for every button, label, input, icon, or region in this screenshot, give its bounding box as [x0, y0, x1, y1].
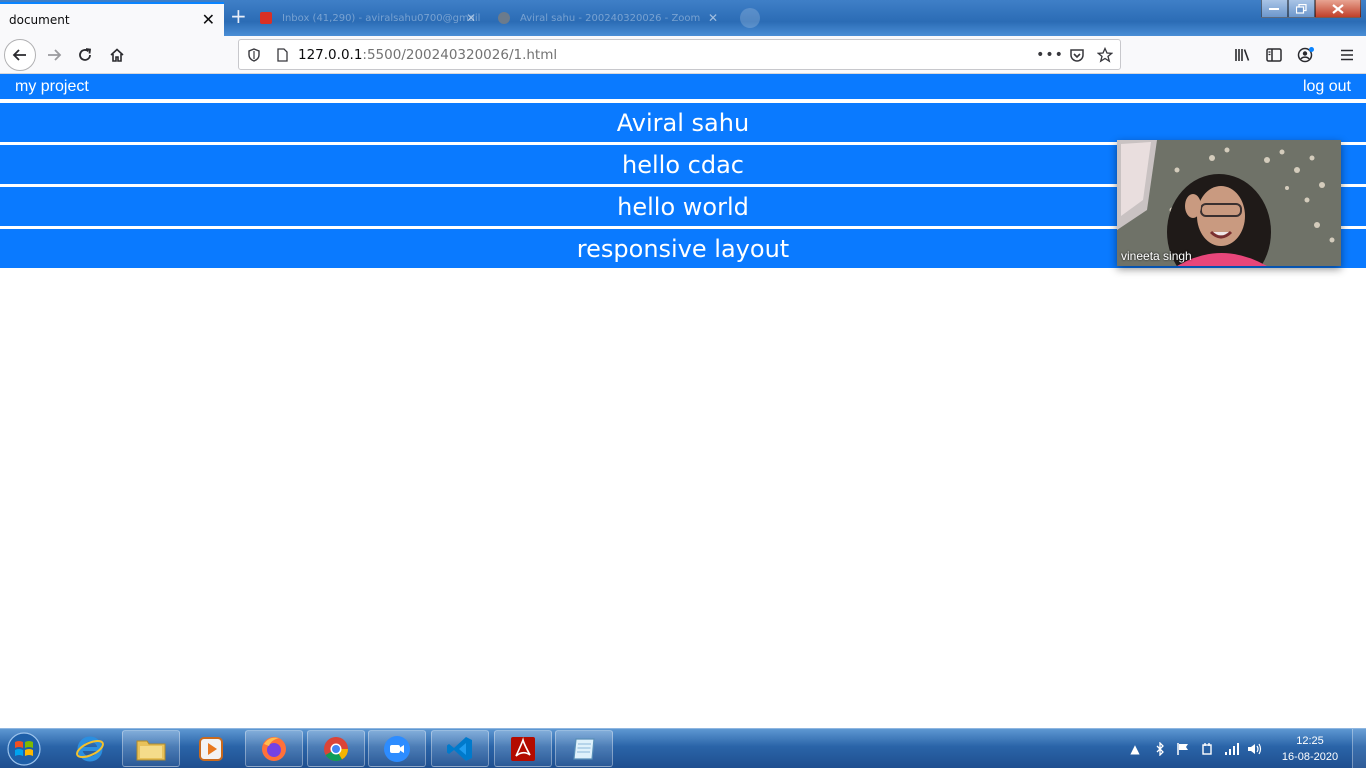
taskbar-media-player[interactable] [182, 730, 240, 767]
show-desktop-button[interactable] [1352, 729, 1366, 769]
window-controls [1261, 0, 1361, 18]
taskbar-notepad[interactable] [555, 730, 613, 767]
taskbar-vscode[interactable] [431, 730, 489, 767]
internet-explorer-icon [76, 736, 104, 761]
account-button[interactable] [1291, 40, 1321, 70]
top-nav: my project log out [0, 74, 1366, 99]
taskbar-acrobat-reader[interactable] [494, 730, 552, 767]
navigation-toolbar: 127.0.0.1:5500/200240320026/1.html ••• [0, 36, 1366, 74]
network-signal-icon[interactable] [1224, 741, 1240, 757]
tab-zoom[interactable]: Aviral sahu - 200240320026 - Zoom ✕ [498, 6, 724, 30]
taskbar-zoom[interactable] [368, 730, 426, 767]
forward-button[interactable] [39, 40, 69, 70]
video-call-thumbnail[interactable]: vineeta singh [1117, 140, 1341, 266]
clock-date: 16-08-2020 [1281, 751, 1339, 763]
taskbar: ▲ 12:25 16-08-2020 [0, 728, 1366, 769]
url-host: 127.0.0.1 [298, 46, 363, 63]
minimize-button[interactable] [1261, 0, 1288, 18]
participant-name: vineeta singh [1121, 249, 1192, 263]
media-player-icon [199, 736, 223, 761]
tab-close-icon[interactable]: ✕ [708, 11, 718, 25]
forward-arrow-icon [48, 49, 62, 61]
action-center-flag-icon[interactable] [1175, 741, 1191, 757]
close-icon [1332, 3, 1344, 14]
sidebar-icon [1266, 48, 1282, 62]
library-button[interactable] [1228, 40, 1258, 70]
notepad-icon [573, 737, 595, 760]
bookmark-star-icon[interactable] [1096, 46, 1114, 64]
tab-gmail[interactable]: Inbox (41,290) - aviralsahu0700@gmail.co… [260, 6, 480, 30]
firefox-icon [262, 736, 286, 761]
url-path: :5500/200240320026/1.html [362, 46, 558, 63]
taskbar-chrome[interactable] [307, 730, 365, 767]
home-button[interactable] [102, 40, 132, 70]
address-bar[interactable]: 127.0.0.1:5500/200240320026/1.html ••• [238, 39, 1121, 70]
vscode-icon [447, 736, 472, 761]
hamburger-menu-icon [1341, 49, 1353, 61]
chrome-icon [324, 736, 348, 761]
tab-overflow-icon[interactable] [740, 8, 760, 28]
back-button[interactable] [4, 39, 36, 71]
tab-document[interactable]: document ✕ [0, 2, 224, 36]
content-bar: Aviral sahu [0, 103, 1366, 142]
close-window-button[interactable] [1315, 0, 1361, 18]
home-icon [110, 48, 124, 62]
reload-icon [79, 48, 92, 61]
system-clock[interactable]: 12:25 16-08-2020 [1278, 733, 1342, 765]
new-tab-button[interactable]: + [230, 6, 247, 26]
maximize-button[interactable] [1288, 0, 1315, 18]
bluetooth-icon[interactable] [1152, 741, 1168, 757]
github-icon [498, 12, 510, 24]
clock-time: 12:25 [1296, 735, 1324, 747]
tray-expand-icon[interactable]: ▲ [1127, 741, 1143, 757]
minimize-icon [1269, 7, 1279, 10]
account-icon [1297, 47, 1314, 63]
shield-icon[interactable] [245, 46, 263, 64]
pocket-icon[interactable] [1068, 46, 1086, 64]
taskbar-internet-explorer[interactable] [61, 730, 119, 767]
acrobat-reader-icon [511, 736, 535, 761]
url-text: 127.0.0.1:5500/200240320026/1.html [298, 47, 557, 63]
volume-icon[interactable] [1247, 741, 1263, 757]
library-icon [1235, 49, 1250, 61]
page-actions-icon[interactable]: ••• [1036, 46, 1063, 64]
taskbar-firefox[interactable] [245, 730, 303, 767]
tab-title: Inbox (41,290) - aviralsahu0700@gmail.co… [282, 12, 480, 24]
power-icon[interactable] [1199, 741, 1215, 757]
gmail-icon [260, 12, 272, 24]
brand-link[interactable]: my project [15, 78, 89, 96]
logout-link[interactable]: log out [1303, 78, 1351, 96]
restore-icon [1296, 3, 1307, 14]
participant-video [1117, 140, 1341, 266]
reload-button[interactable] [70, 40, 100, 70]
tab-strip: document ✕ + Inbox (41,290) - aviralsahu… [0, 0, 1366, 36]
taskbar-file-explorer[interactable] [122, 730, 180, 767]
sidebar-button[interactable] [1259, 40, 1289, 70]
back-arrow-icon [12, 49, 26, 61]
tab-title: document [9, 13, 70, 27]
zoom-icon [384, 735, 410, 762]
folder-icon [136, 740, 166, 760]
page-info-icon[interactable] [273, 46, 291, 64]
tab-title: Aviral sahu - 200240320026 - Zoom [520, 12, 701, 24]
tab-close-icon[interactable]: ✕ [202, 10, 215, 29]
start-button[interactable] [4, 730, 44, 768]
windows-start-icon [7, 732, 41, 766]
menu-button[interactable] [1332, 40, 1362, 70]
tab-close-icon[interactable]: ✕ [466, 11, 476, 25]
